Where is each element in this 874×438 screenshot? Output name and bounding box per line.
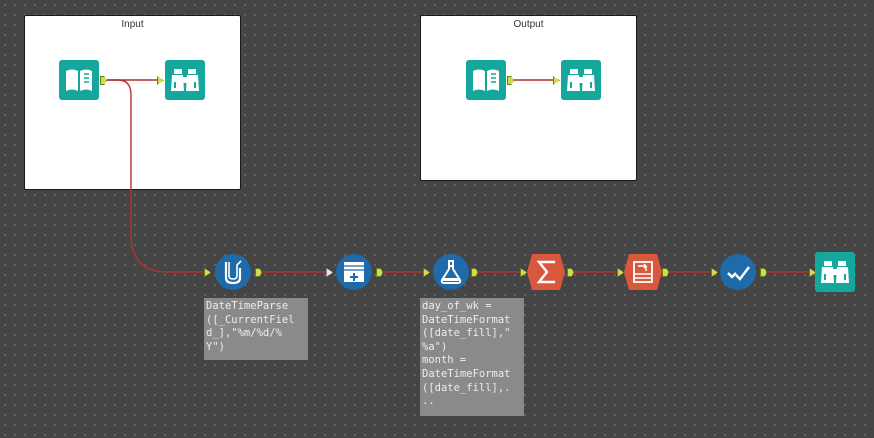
workflow-canvas[interactable]: Input Output DateTimeParse ([_CurrentFie… xyxy=(0,0,874,438)
browse-tool-3[interactable] xyxy=(815,252,855,292)
binoculars-icon xyxy=(165,60,205,100)
multi-field-formula-annotation: DateTimeParse ([_CurrentFiel d_],"%m/%d/… xyxy=(204,298,308,360)
summarize-tool[interactable] xyxy=(527,254,567,294)
binoculars-icon xyxy=(815,252,855,292)
input-data-tool-1[interactable] xyxy=(59,60,99,100)
browse-tool-1[interactable] xyxy=(165,60,205,100)
test-tool[interactable] xyxy=(718,252,758,292)
book-input-icon xyxy=(59,60,99,100)
formula-tool[interactable] xyxy=(431,252,471,292)
binoculars-icon xyxy=(561,60,601,100)
cross-tab-tool[interactable] xyxy=(624,254,664,294)
sigma-icon xyxy=(527,254,565,290)
flask-pipe-icon xyxy=(215,254,251,290)
check-icon xyxy=(720,254,756,290)
browse-tool-2[interactable] xyxy=(561,60,601,100)
formula-annotation: day_of_wk = DateTimeFormat ([date_fill],… xyxy=(420,298,524,416)
flask-icon xyxy=(433,254,469,290)
book-input-icon xyxy=(466,60,506,100)
wire-input1-multifield xyxy=(107,79,204,273)
table-add-icon xyxy=(336,254,372,290)
multi-field-formula-tool[interactable] xyxy=(213,252,253,292)
select-records-tool[interactable] xyxy=(334,252,374,292)
crosstab-icon xyxy=(624,254,662,290)
input-data-tool-2[interactable] xyxy=(466,60,506,100)
